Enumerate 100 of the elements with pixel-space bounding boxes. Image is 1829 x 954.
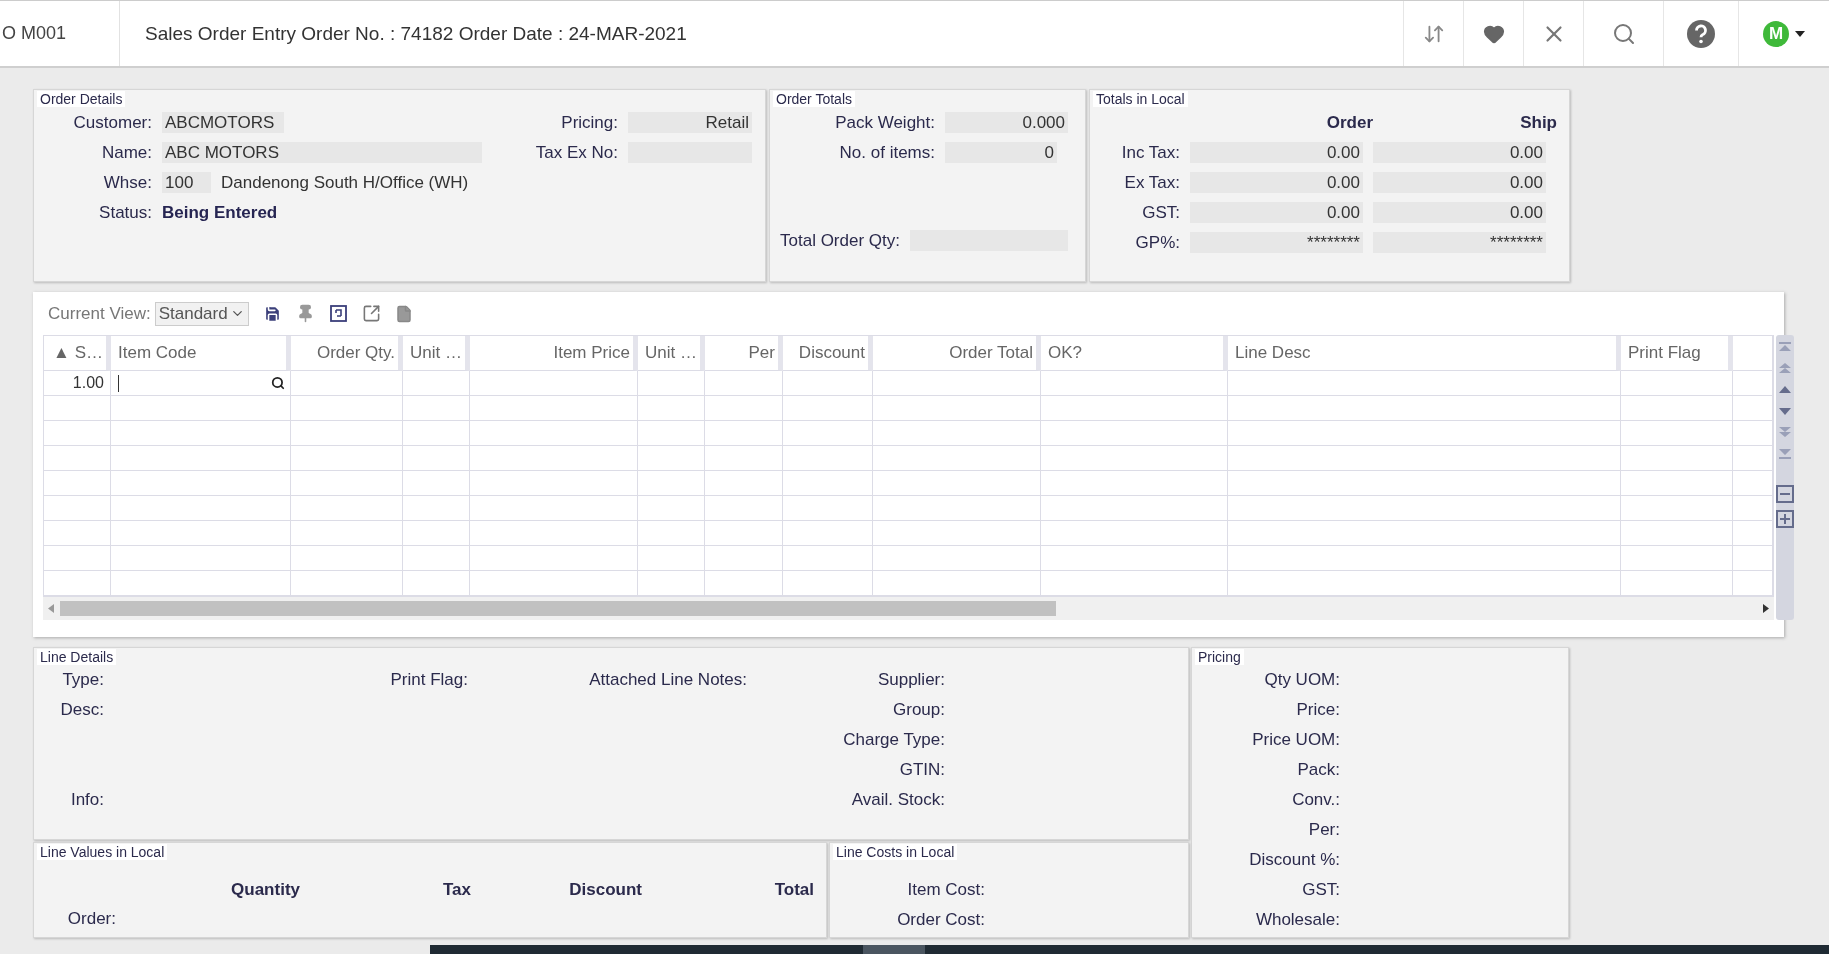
panel-title: Line Details [37,649,117,665]
field-value: 0.00 [1373,142,1546,163]
column-header[interactable]: Print Flag [1621,336,1733,371]
warehouse-name: Dandenong South H/Office (WH) [221,172,469,193]
column-header[interactable]: ▲ S… [44,336,111,371]
table-cell [638,446,705,471]
field-label: No. of items: [838,142,935,163]
page-up-icon[interactable] [1778,362,1792,376]
module-code: O M001 [0,1,120,66]
user-avatar: M [1763,20,1789,47]
table-cell [403,496,470,521]
panel-title: Line Values in Local [37,844,168,860]
field-label: Pack Weight: [834,112,935,133]
field-value: 0 [945,142,1057,163]
field-label: Price UOM: [1251,730,1340,751]
column-heading: Tax [441,880,471,900]
field-value: ******** [1373,232,1546,253]
restore-icon[interactable] [328,304,348,323]
field-label: Print Flag: [389,670,468,691]
document-icon[interactable] [394,304,413,323]
field-label: Ex Tax: [1123,172,1180,193]
column-header[interactable]: Order Qty. [291,336,403,371]
field-value: 0.00 [1190,202,1363,223]
external-link-icon[interactable] [361,304,381,323]
field-label: Supplier: [876,670,945,691]
caret-icon [1795,30,1805,37]
field-label: Pricing: [560,112,618,133]
current-view-label: Current View: [48,303,151,324]
field-value: 0.00 [1190,142,1363,163]
column-header[interactable]: Item Price [470,336,638,371]
column-heading: Total [773,880,814,900]
field-label: Info: [69,790,104,811]
field-label: GP%: [1134,232,1180,253]
field-value: 0.00 [1373,202,1546,223]
table-cell [403,521,470,546]
table-cell [638,471,705,496]
field-label: Name: [100,142,152,163]
panel-title: Pricing [1195,649,1244,665]
column-heading: Discount [568,880,642,900]
column-heading: Quantity [230,880,300,900]
table-cell [638,521,705,546]
scroll-right-icon[interactable] [1763,604,1769,613]
column-header[interactable]: Order Total [873,336,1041,371]
table-cell [403,546,470,571]
field-value: 100 [162,172,211,193]
field-label: GST: [1301,880,1340,901]
item-code-input[interactable] [111,371,291,396]
panel-title: Order Totals [773,91,855,107]
scroll-left-icon[interactable] [48,604,54,613]
table-cell [638,546,705,571]
table-cell [403,396,470,421]
field-label: Qty UOM: [1263,670,1340,691]
table-cell [638,421,705,446]
column-header[interactable]: Per [705,336,783,371]
field-label: Wholesale: [1254,910,1340,931]
field-label: Price: [1295,700,1340,721]
field-label: Tax Ex No: [534,142,618,163]
field-label: Whse: [102,172,152,193]
field-label: Pack: [1296,760,1340,781]
panel-title: Line Costs in Local [833,844,958,860]
field-label: Order: [66,909,116,929]
field-label: Per: [1307,820,1340,841]
table-cell [403,471,470,496]
last-icon[interactable] [1778,446,1792,460]
field-label: Total Order Qty: [779,230,900,251]
view-select[interactable]: Standard [154,301,249,326]
field-value: 0.000 [945,112,1068,133]
search-icon[interactable] [271,376,285,390]
field-value: ABCMOTORS [162,112,284,133]
field-label: Order Cost: [896,910,985,930]
table-cell [638,396,705,421]
collapse-icon[interactable] [1776,485,1794,503]
column-header[interactable]: Unit … [638,336,705,371]
table-cell [403,371,470,396]
expand-icon[interactable] [1776,510,1794,528]
field-label: GST: [1141,202,1180,223]
field-value: Retail [628,112,752,133]
field-value: 0.00 [1373,172,1546,193]
table-cell [638,371,705,396]
column-header[interactable]: OK? [1041,336,1228,371]
field-label: Attached Line Notes: [588,670,747,691]
column-heading: Ship [1519,112,1557,133]
panel-title: Totals in Local [1093,91,1188,107]
column-header[interactable]: Line Desc [1228,336,1621,371]
field-label: Item Cost: [906,880,985,900]
page-down-icon[interactable] [1778,425,1792,439]
field-label: Customer: [72,112,152,133]
column-header[interactable]: Discount [783,336,873,371]
field-value: ******** [1190,232,1363,253]
field-label: Status: [98,202,152,223]
field-label: Charge Type: [842,730,945,751]
field-value: ABC MOTORS [162,142,482,163]
column-header[interactable]: Unit … [403,336,470,371]
status-value: Being Entered [162,202,278,223]
field-label: Conv.: [1291,790,1340,811]
field-label: Group: [892,700,945,721]
table-cell [403,421,470,446]
field-value: 0.00 [1190,172,1363,193]
scrollbar-thumb[interactable] [60,601,1056,616]
field-label: GTIN: [898,760,945,781]
